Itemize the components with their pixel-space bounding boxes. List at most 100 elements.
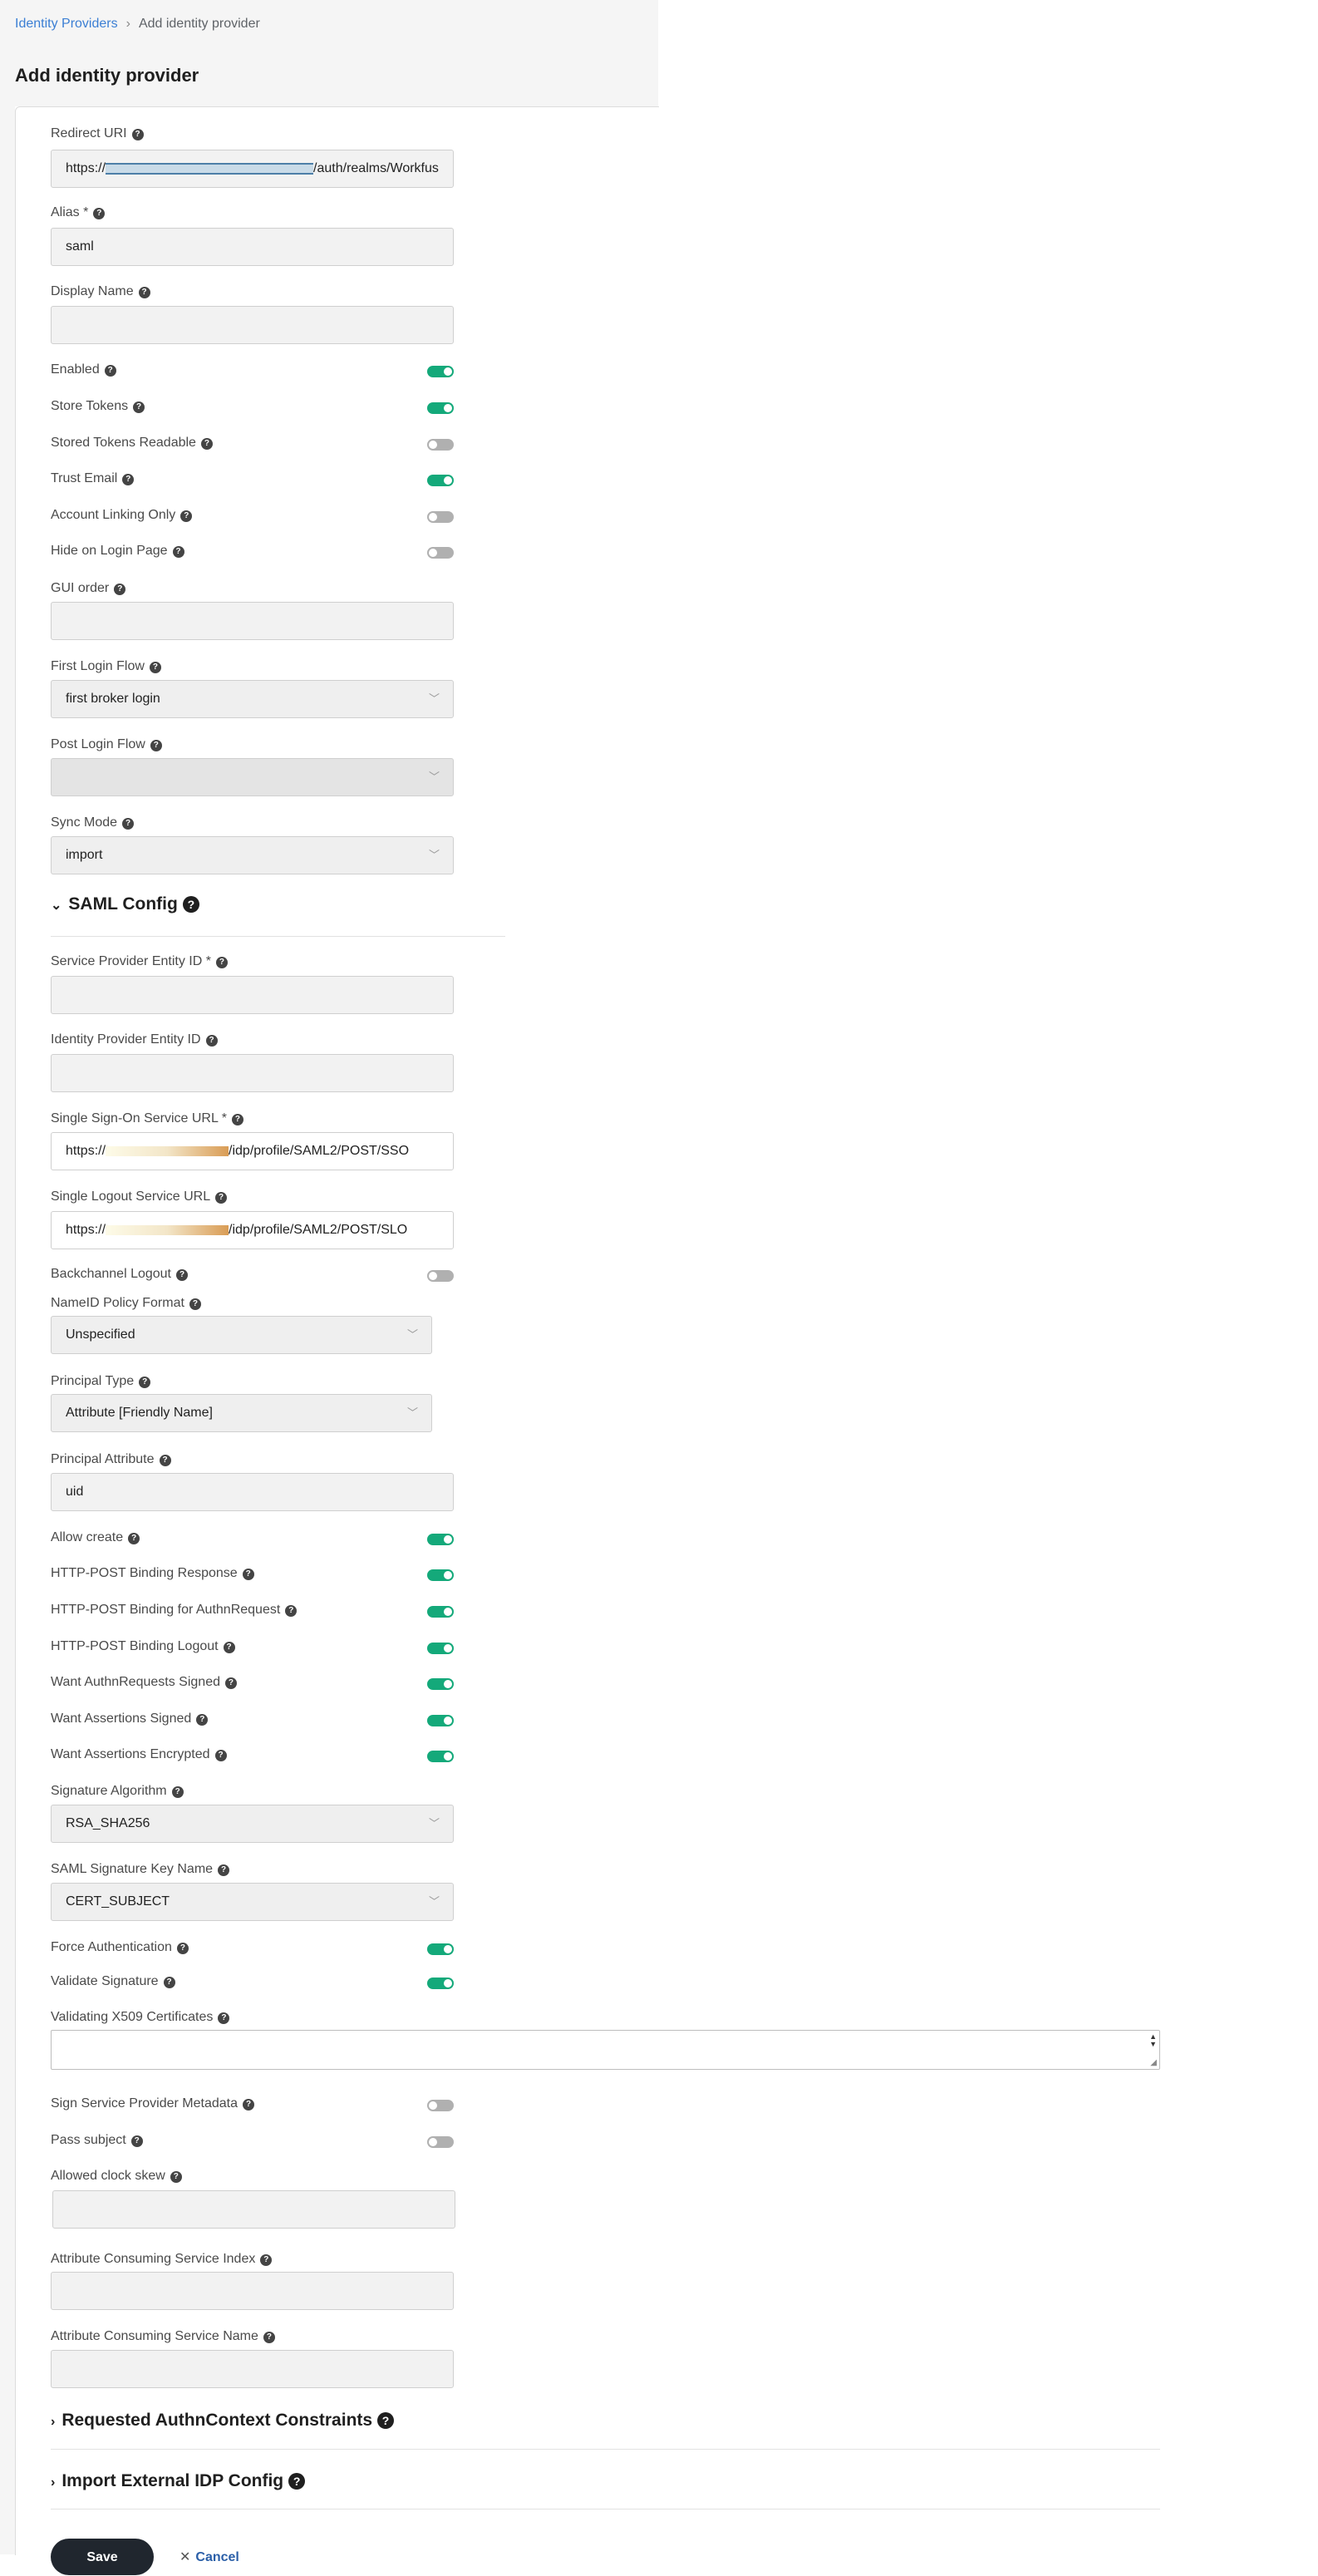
help-icon[interactable]: ? (159, 1455, 171, 1466)
allow-create-toggle[interactable] (427, 1534, 454, 1545)
redacted-host (106, 1145, 229, 1156)
backchannel-logout-toggle[interactable] (427, 1270, 454, 1282)
allowed-clock-skew-field[interactable] (52, 2190, 455, 2229)
resize-handle-icon[interactable]: ◢ (1150, 2058, 1157, 2067)
help-icon[interactable]: ? (114, 584, 126, 595)
help-icon[interactable]: ? (205, 1035, 218, 1047)
pass-subject-toggle[interactable] (427, 2136, 454, 2148)
validating-x509-textarea[interactable]: ▲ ▼ ◢ (51, 2030, 1160, 2070)
help-icon[interactable]: ? (215, 1192, 228, 1204)
help-icon[interactable]: ? (224, 1677, 237, 1689)
breadcrumb-link-identity-providers[interactable]: Identity Providers (15, 17, 118, 31)
nameid-policy-format-select[interactable]: Unspecified ﹀ (51, 1316, 432, 1354)
help-icon[interactable]: ? (171, 1786, 184, 1798)
caret-down-icon: ⌄ (51, 899, 62, 913)
help-icon[interactable]: ? (163, 1977, 175, 1988)
principal-attribute-field[interactable]: uid (51, 1473, 454, 1511)
sign-sp-metadata-toggle[interactable] (427, 2100, 454, 2111)
help-icon[interactable]: ? (176, 1943, 189, 1954)
pass-subject-label: Pass subject? (51, 2133, 143, 2148)
store-tokens-toggle[interactable] (427, 402, 454, 414)
validate-signature-toggle[interactable] (427, 1978, 454, 1989)
help-icon[interactable]: ? (214, 1750, 227, 1761)
help-icon[interactable]: ? (139, 1377, 151, 1388)
help-icon[interactable]: ? (223, 1642, 235, 1653)
display-name-field[interactable] (51, 306, 454, 344)
help-icon[interactable]: ? (122, 818, 135, 830)
attr-consuming-index-field[interactable] (51, 2272, 454, 2310)
signature-algorithm-label: Signature Algorithm? (51, 1784, 184, 1799)
breadcrumb-current: Add identity provider (138, 17, 260, 31)
help-icon[interactable]: ? (122, 474, 135, 485)
help-icon[interactable]: ? (131, 129, 144, 140)
help-icon[interactable]: ? (128, 1533, 140, 1544)
nameid-policy-format-label: NameID Policy Format? (51, 1296, 201, 1311)
want-assertions-signed-toggle[interactable] (427, 1715, 454, 1726)
help-icon[interactable]: ? (130, 2135, 143, 2147)
help-icon[interactable]: ? (200, 438, 213, 450)
help-icon[interactable]: ? (189, 1298, 201, 1310)
http-post-binding-response-toggle[interactable] (427, 1569, 454, 1581)
gui-order-field[interactable] (51, 602, 454, 640)
help-icon[interactable]: ? (93, 208, 106, 219)
help-icon[interactable]: ? (150, 740, 162, 751)
sync-mode-select[interactable]: import ﹀ (51, 836, 454, 874)
first-login-flow-select[interactable]: first broker login ﹀ (51, 680, 454, 718)
sp-entity-id-field[interactable] (51, 976, 454, 1014)
help-icon[interactable]: ? (288, 2473, 306, 2490)
want-authn-signed-toggle[interactable] (427, 1678, 454, 1690)
account-linking-only-toggle[interactable] (427, 511, 454, 523)
validate-signature-label: Validate Signature? (51, 1974, 175, 1989)
saml-config-toggle[interactable]: ⌄ SAML Config? (51, 894, 199, 914)
help-icon[interactable]: ? (182, 896, 199, 913)
help-icon[interactable]: ? (218, 1864, 230, 1876)
help-icon[interactable]: ? (180, 510, 193, 522)
help-icon[interactable]: ? (218, 2012, 230, 2024)
help-icon[interactable]: ? (196, 1714, 209, 1726)
help-icon[interactable]: ? (138, 287, 150, 298)
help-icon[interactable]: ? (285, 1605, 298, 1617)
help-icon[interactable]: ? (242, 1569, 254, 1580)
save-button[interactable]: Save (51, 2539, 154, 2575)
import-external-idp-config-toggle[interactable]: › Import External IDP Config? (51, 2471, 306, 2491)
help-icon[interactable]: ? (263, 2332, 275, 2343)
help-icon[interactable]: ? (243, 2099, 254, 2111)
divider (51, 936, 505, 937)
help-icon[interactable]: ? (231, 1114, 243, 1125)
enabled-toggle[interactable] (427, 366, 454, 377)
sso-url-label: Single Sign-On Service URL *? (51, 1111, 243, 1126)
help-icon[interactable]: ? (104, 365, 116, 377)
saml-signature-key-name-select[interactable]: CERT_SUBJECT ﹀ (51, 1883, 454, 1921)
stored-tokens-readable-toggle[interactable] (427, 439, 454, 451)
signature-algorithm-select[interactable]: RSA_SHA256 ﹀ (51, 1805, 454, 1843)
post-login-flow-select[interactable]: ﹀ (51, 758, 454, 796)
hide-on-login-page-toggle[interactable] (427, 547, 454, 559)
help-icon[interactable]: ? (176, 1269, 188, 1281)
http-post-binding-authn-toggle[interactable] (427, 1606, 454, 1618)
alias-field[interactable]: saml (51, 228, 454, 266)
http-post-binding-logout-toggle[interactable] (427, 1643, 454, 1654)
cancel-button[interactable]: ✕ Cancel (180, 2549, 239, 2565)
help-icon[interactable]: ? (377, 2412, 395, 2429)
sso-url-field[interactable]: https:///idp/profile/SAML2/POST/SSO (51, 1132, 454, 1170)
force-authentication-toggle[interactable] (427, 1943, 454, 1955)
attr-consuming-name-field[interactable] (51, 2350, 454, 2388)
help-icon[interactable]: ? (149, 662, 161, 673)
redirect-uri-field[interactable]: https:///auth/realms/Workfus (51, 150, 454, 188)
spin-arrows-icon[interactable]: ▲ ▼ (1149, 2033, 1157, 2048)
slo-url-field[interactable]: https:///idp/profile/SAML2/POST/SLO (51, 1211, 454, 1249)
help-icon[interactable]: ? (215, 957, 228, 968)
want-assertions-encrypted-toggle[interactable] (427, 1751, 454, 1762)
idp-entity-id-field[interactable] (51, 1054, 454, 1092)
help-icon[interactable]: ? (260, 2254, 273, 2266)
caret-right-icon: › (51, 2415, 56, 2429)
help-icon[interactable]: ? (170, 2171, 182, 2183)
help-icon[interactable]: ? (133, 401, 145, 413)
divider (51, 2509, 1160, 2510)
first-login-flow-label: First Login Flow? (51, 659, 161, 674)
chevron-down-icon: ﹀ (428, 771, 440, 783)
trust-email-toggle[interactable] (427, 475, 454, 486)
principal-type-select[interactable]: Attribute [Friendly Name] ﹀ (51, 1394, 432, 1432)
requested-authn-constraints-toggle[interactable]: › Requested AuthnContext Constraints? (51, 2411, 395, 2431)
help-icon[interactable]: ? (172, 546, 184, 558)
